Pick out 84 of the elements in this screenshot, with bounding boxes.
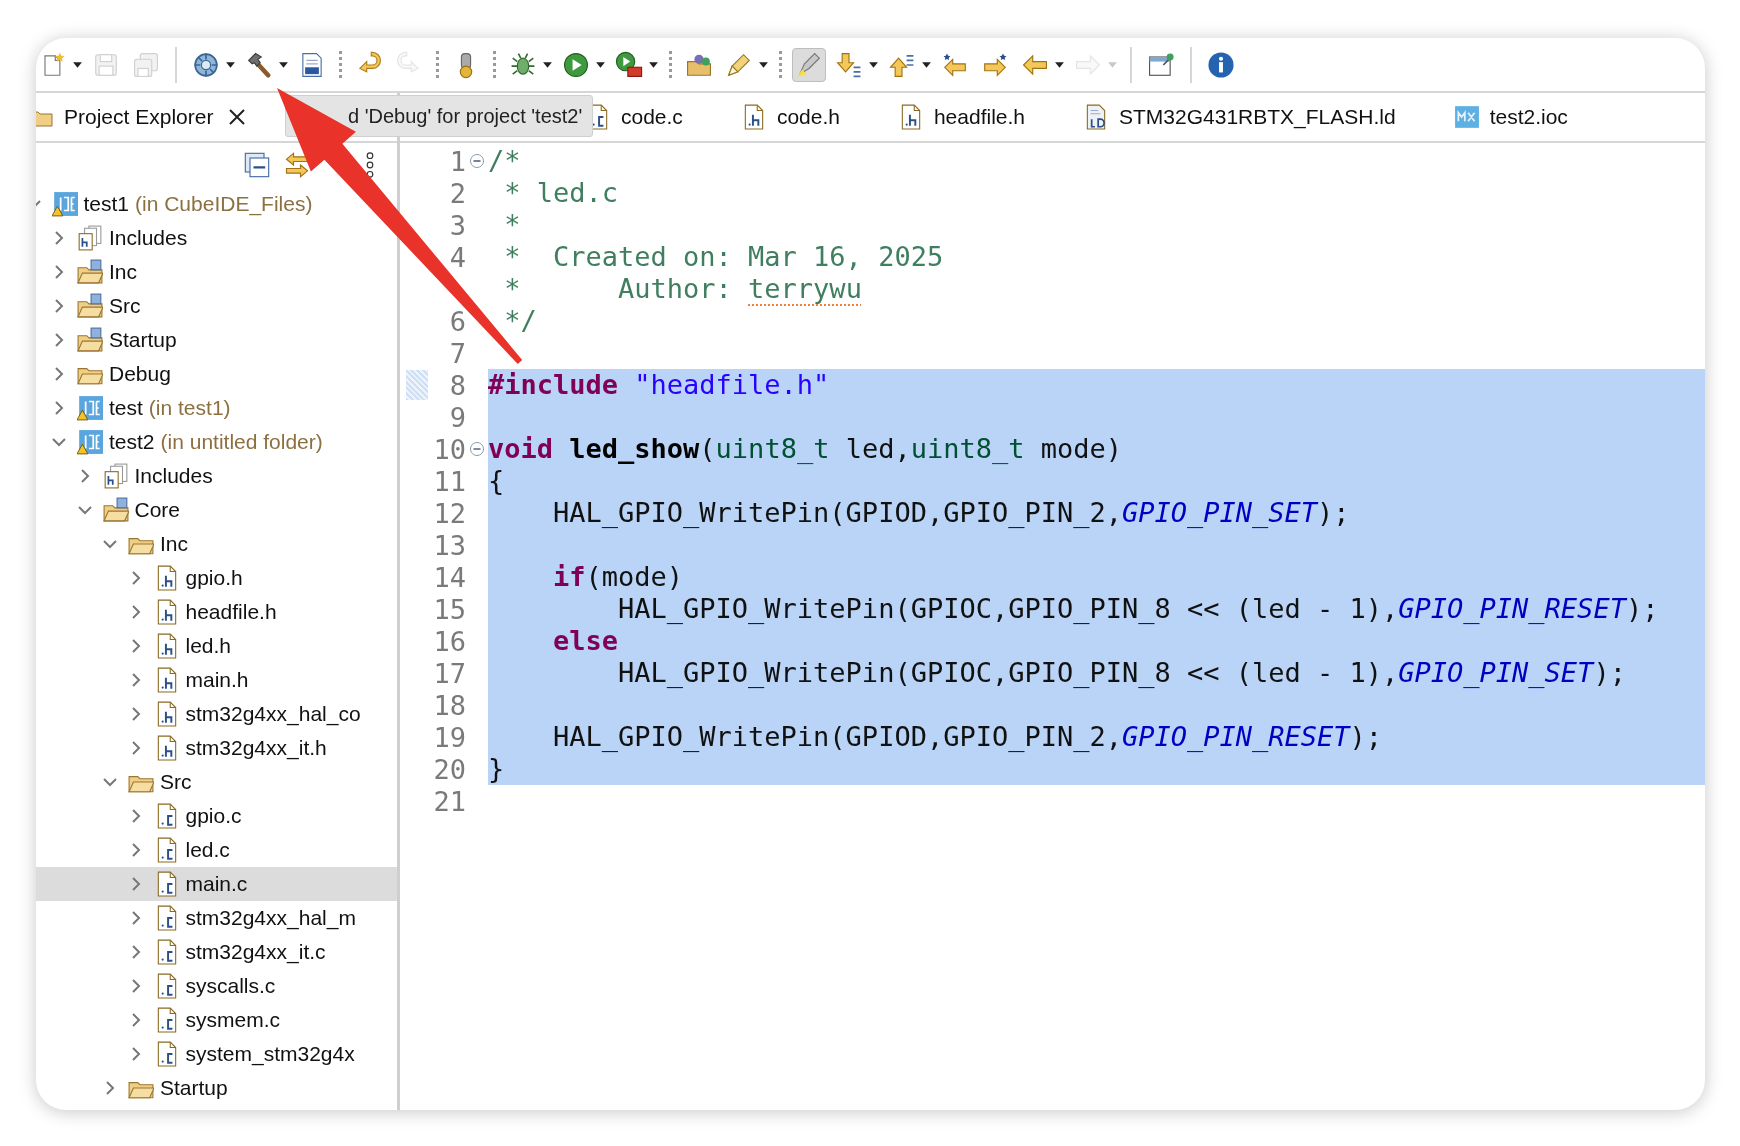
- tree-item[interactable]: gpio.c: [36, 799, 397, 833]
- line-number: 12: [432, 497, 466, 529]
- dropdown-caret-icon[interactable]: [595, 59, 606, 70]
- tree-item[interactable]: Startup: [36, 323, 397, 357]
- tree-item[interactable]: test1 (in CubeIDE_Files): [36, 187, 397, 221]
- cube-mx-icon: [1453, 104, 1480, 130]
- source-folder-icon: [102, 497, 129, 523]
- dropdown-caret-icon[interactable]: [72, 59, 83, 70]
- dropdown-caret-icon[interactable]: [868, 59, 879, 70]
- tree-item[interactable]: system_stm32g4x: [36, 1037, 397, 1071]
- line-number: 2: [448, 177, 466, 209]
- dropdown-caret-icon[interactable]: [921, 59, 932, 70]
- tree-item[interactable]: led.c: [36, 833, 397, 867]
- line-number: 21: [432, 785, 466, 817]
- fold-icon[interactable]: [469, 441, 485, 457]
- tree-item[interactable]: stm32g4xx_it.h: [36, 731, 397, 765]
- project-icon: [77, 429, 103, 455]
- editor-tab[interactable]: STM32G431RBTX_FLASH.ld: [1054, 93, 1425, 141]
- line-number: 19: [432, 721, 466, 753]
- panel-tab[interactable]: Project Explorer: [64, 105, 214, 129]
- code-line: *: [503, 209, 522, 241]
- line-number: 16: [432, 625, 466, 657]
- line-number: 3: [448, 209, 466, 241]
- source-folder-icon: [77, 327, 103, 353]
- dropdown-caret-icon[interactable]: [1054, 59, 1065, 70]
- dropdown-caret-icon[interactable]: [278, 59, 289, 70]
- tree-item[interactable]: Inc: [36, 255, 397, 289]
- line-number: 9: [448, 401, 466, 433]
- tree-item[interactable]: syscalls.c: [36, 969, 397, 1003]
- tree-item[interactable]: test2 (in untitled folder): [36, 425, 397, 459]
- line-number: 6: [448, 305, 466, 337]
- code-line: * Created on: Mar 16, 2025: [503, 241, 945, 273]
- dropdown-caret-icon[interactable]: [225, 59, 236, 70]
- includes-icon: [102, 463, 129, 489]
- tree-item[interactable]: Core: [36, 493, 397, 527]
- editor-tab[interactable]: code.h: [711, 93, 869, 141]
- project-icon: [77, 395, 103, 421]
- line-number: 8: [448, 369, 466, 401]
- code-line: */: [503, 305, 538, 337]
- line-number: 11: [432, 465, 466, 497]
- includes-icon: [77, 225, 103, 251]
- code-line: /*: [488, 145, 522, 177]
- tree-item[interactable]: led.h: [36, 629, 397, 663]
- line-number: 1: [448, 145, 466, 177]
- code-line: * led.c: [503, 177, 620, 209]
- tree-item[interactable]: stm32g4xx_hal_m: [36, 901, 397, 935]
- link-arrows-icon[interactable]: [283, 151, 311, 179]
- tree-item[interactable]: sysmem.c: [36, 1003, 397, 1037]
- line-number: 10: [432, 433, 466, 465]
- tree-item[interactable]: Src: [36, 289, 397, 323]
- tree-item[interactable]: test (in test1): [36, 391, 397, 425]
- dropdown-caret-icon[interactable]: [758, 59, 769, 70]
- collapse-all-icon[interactable]: [243, 151, 271, 179]
- tree-item[interactable]: gpio.h: [36, 561, 397, 595]
- editor-tab[interactable]: headfile.h: [868, 93, 1054, 141]
- line-number: 14: [432, 561, 466, 593]
- line-number: 20: [432, 753, 466, 785]
- line-number: 13: [432, 529, 466, 561]
- tree-item[interactable]: stm32g4xx_it.c: [36, 935, 397, 969]
- line-number: 15: [432, 593, 466, 625]
- tree-item[interactable]: main.c: [36, 867, 397, 901]
- highlighter-icon[interactable]: [792, 47, 826, 82]
- source-folder-icon: [77, 259, 103, 285]
- tree-item[interactable]: main.h: [36, 663, 397, 697]
- line-number: 7: [448, 337, 466, 369]
- tree-item[interactable]: Includes: [36, 221, 397, 255]
- line-number: 17: [432, 657, 466, 689]
- tree-item[interactable]: headfile.h: [36, 595, 397, 629]
- tree-item[interactable]: Src: [36, 765, 397, 799]
- tree-item[interactable]: Startup: [36, 1071, 397, 1105]
- tree-item[interactable]: Debug: [36, 357, 397, 391]
- line-number: 4: [448, 241, 466, 273]
- source-folder-icon: [77, 293, 103, 319]
- line-number: 18: [432, 689, 466, 721]
- tree-item[interactable]: stm32g4xx_hal_co: [36, 697, 397, 731]
- project-icon: [51, 191, 78, 217]
- dropdown-caret-icon[interactable]: [542, 59, 553, 70]
- editor-tab[interactable]: test2.ioc: [1424, 93, 1597, 141]
- tree-item[interactable]: Inc: [36, 527, 397, 561]
- tree-item[interactable]: Includes: [36, 459, 397, 493]
- code-line: * Author: terrywu: [503, 273, 863, 305]
- fold-icon[interactable]: [469, 153, 485, 169]
- close-icon[interactable]: [227, 107, 248, 127]
- dropdown-caret-icon[interactable]: [648, 59, 659, 70]
